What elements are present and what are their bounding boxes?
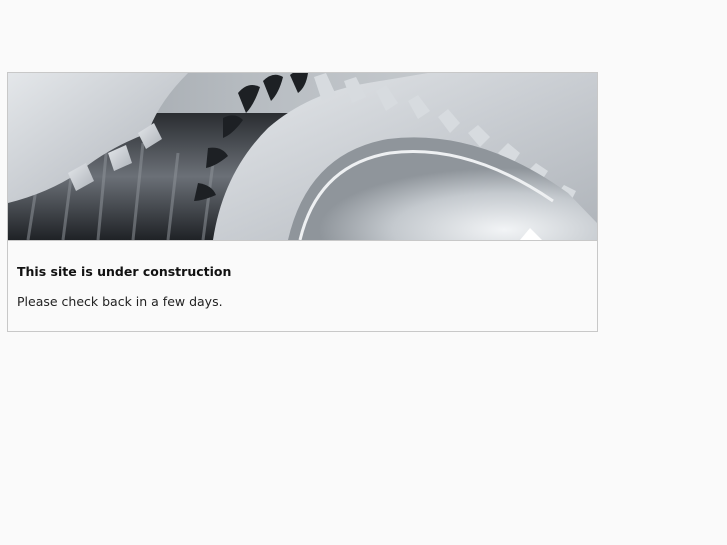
status-message: Please check back in a few days.	[17, 294, 223, 309]
content-area: This site is under construction Please c…	[8, 264, 597, 310]
page-title: This site is under construction	[17, 264, 232, 279]
gears-banner-image	[8, 73, 597, 241]
construction-panel: This site is under construction Please c…	[7, 72, 598, 332]
